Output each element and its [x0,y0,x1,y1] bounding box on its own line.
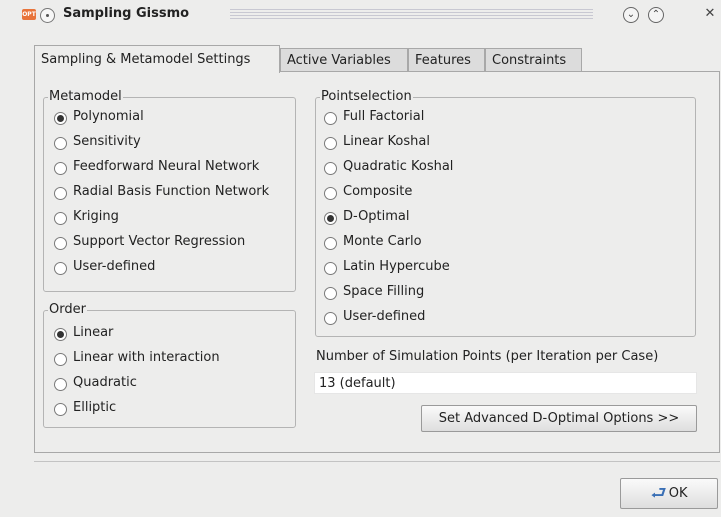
radio-button[interactable] [324,237,337,250]
radio-button[interactable] [54,137,67,150]
simulation-points-label: Number of Simulation Points (per Iterati… [316,349,659,364]
radio-label: Radial Basis Function Network [73,184,270,199]
window-menu-icon[interactable] [40,8,55,23]
radio-label: D-Optimal [343,209,410,224]
window-title: Sampling Gissmo [63,6,190,21]
radio-button[interactable] [324,187,337,200]
radio-label: Support Vector Regression [73,234,246,249]
ok-button[interactable]: ⮐ OK [620,478,718,509]
return-arrow-icon: ⮐ [650,483,667,504]
tab-sampling-metamodel-settings[interactable]: Sampling & Metamodel Settings [34,45,280,73]
advanced-d-optimal-options-button[interactable]: Set Advanced D-Optimal Options >> [421,405,697,432]
radio-button[interactable] [54,328,67,341]
radio-label: Monte Carlo [343,234,422,249]
radio-label: Feedforward Neural Network [73,159,260,174]
radio-button[interactable] [324,162,337,175]
radio-label: Polynomial [73,109,144,124]
tab-constraints[interactable]: Constraints [485,48,582,72]
radio-button[interactable] [324,137,337,150]
close-icon[interactable]: ✕ [703,7,717,21]
radio-label: Linear with interaction [73,350,220,365]
metamodel-group: Metamodel Polynomial Sensitivity Feedfor… [43,89,296,292]
app-icon: OPT [22,9,36,20]
order-group-title: Order [48,302,87,317]
footer-divider [34,461,720,462]
radio-label: Space Filling [343,284,425,299]
minimize-icon[interactable]: ⌄ [623,7,639,23]
radio-button[interactable] [54,162,67,175]
radio-button[interactable] [54,353,67,366]
radio-button[interactable] [324,262,337,275]
radio-button[interactable] [54,187,67,200]
radio-button[interactable] [54,378,67,391]
radio-button[interactable] [324,287,337,300]
radio-label: Sensitivity [73,134,141,149]
radio-label: Full Factorial [343,109,425,124]
pointselection-group-title: Pointselection [320,89,413,104]
radio-button[interactable] [324,212,337,225]
titlebar-grip [230,9,593,20]
metamodel-group-title: Metamodel [48,89,123,104]
radio-label: Latin Hypercube [343,259,450,274]
radio-button[interactable] [54,237,67,250]
radio-label: Quadratic [73,375,137,390]
order-group: Order Linear Linear with interaction Qua… [43,302,296,428]
radio-label: User-defined [343,309,426,324]
radio-label: Elliptic [73,400,117,415]
radio-label: Composite [343,184,413,199]
radio-button[interactable] [324,112,337,125]
radio-button[interactable] [54,212,67,225]
radio-label: Linear [73,325,114,340]
radio-label: Quadratic Koshal [343,159,454,174]
radio-button[interactable] [54,403,67,416]
radio-label: Kriging [73,209,119,224]
simulation-points-input[interactable] [314,372,697,394]
radio-label: Linear Koshal [343,134,430,149]
tab-features[interactable]: Features [408,48,485,72]
radio-button[interactable] [324,312,337,325]
radio-label: User-defined [73,259,156,274]
pointselection-group: Pointselection Full Factorial Linear Kos… [315,89,696,337]
tab-active-variables[interactable]: Active Variables [280,48,408,72]
ok-button-label: OK [668,486,688,501]
maximize-icon[interactable]: ⌃ [648,7,664,23]
radio-button[interactable] [54,262,67,275]
radio-button[interactable] [54,112,67,125]
window-titlebar: OPT Sampling Gissmo ⌄ ⌃ ✕ [0,0,721,30]
